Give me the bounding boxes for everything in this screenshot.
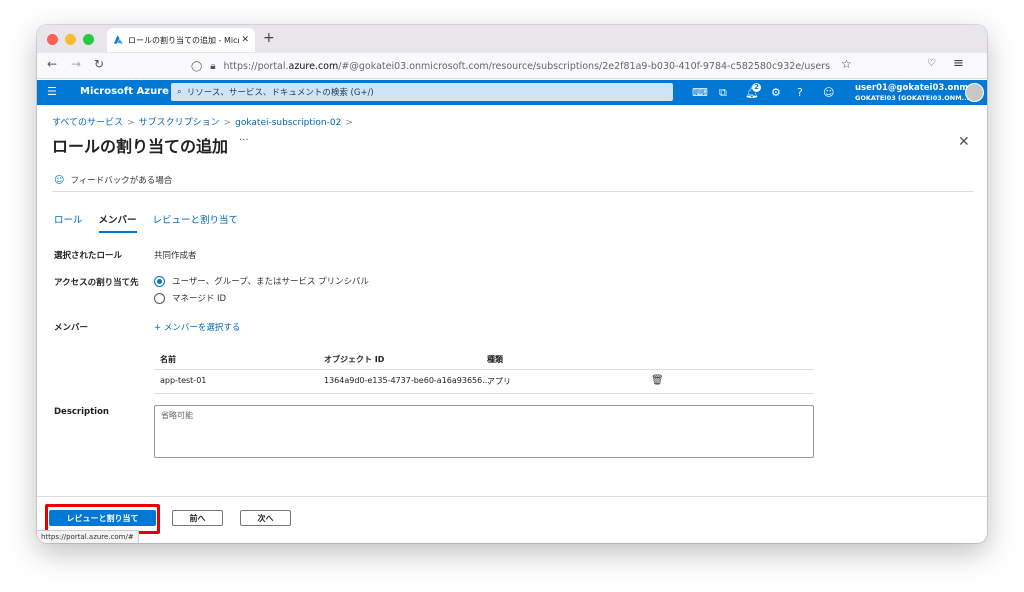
notification-badge: 2 <box>752 83 761 92</box>
tab-bar: ロールの割り当ての追加 - Micros ✕ + <box>37 25 987 53</box>
tab-role[interactable]: ロール <box>54 212 83 233</box>
cell-name: app-test-01 <box>160 376 207 385</box>
new-tab-button[interactable]: + <box>263 30 275 46</box>
close-window-button[interactable] <box>47 33 58 45</box>
breadcrumb-all-services[interactable]: すべてのサービス <box>52 118 123 128</box>
bookmark-star-icon[interactable]: ☆ <box>841 57 852 71</box>
url-bar: ← → ↻ ◯ 🔒︎ https://portal. azure.com/#@go… <box>37 53 987 79</box>
cloud-shell-icon[interactable]: ⌨ <box>692 86 708 99</box>
user-tenant: GOKATEI03 (GOKATEI03.ONM... <box>855 94 970 102</box>
cell-type: アプリ <box>487 377 511 386</box>
radio-option-label: マネージド ID <box>172 294 227 304</box>
address-field[interactable]: ◯ 🔒︎ https://portal. azure.com/#@gokatei0… <box>191 56 871 76</box>
selected-role-label: 選択されたロール <box>54 251 123 261</box>
radio-option-label: ユーザー、グループ、またはサービス プリンシパル <box>172 277 369 287</box>
browser-tab[interactable]: ロールの割り当ての追加 - Micros ✕ <box>107 28 255 52</box>
next-button[interactable]: 次へ <box>240 510 291 526</box>
window-controls <box>47 33 94 45</box>
close-blade-icon[interactable]: ✕ <box>958 134 970 150</box>
cell-object-id: 1364a9d0-e135-4737-be60-a16a93656... <box>324 376 490 385</box>
url-path: /#@gokatei03.onmicrosoft.com/resource/su… <box>338 60 831 72</box>
tab-review[interactable]: レビューと割り当て <box>153 212 239 233</box>
status-bar-url: https://portal.azure.com/# <box>37 530 139 543</box>
trash-icon[interactable]: 🗑︎ <box>651 375 664 386</box>
avatar[interactable] <box>965 83 984 102</box>
feedback-icon[interactable]: ☺ <box>823 86 834 99</box>
hamburger-menu-icon[interactable]: ≡ <box>953 56 964 71</box>
forward-arrow-icon[interactable]: → <box>71 57 81 71</box>
back-arrow-icon[interactable]: ← <box>47 57 57 71</box>
azure-logo-icon <box>113 35 124 44</box>
brand-title[interactable]: Microsoft Azure <box>80 86 169 97</box>
feedback-person-icon: ☺ <box>54 174 65 186</box>
members-table: 名前 オブジェクト ID 種類 app-test-01 1364a9d0-e13… <box>154 348 814 394</box>
column-header-name: 名前 <box>160 355 176 364</box>
members-label: メンバー <box>54 323 89 333</box>
description-label: Description <box>54 407 109 417</box>
description-placeholder: 省略可能 <box>161 411 193 420</box>
reload-icon[interactable]: ↻ <box>94 57 104 71</box>
select-members-link[interactable]: + メンバーを選択する <box>154 321 240 333</box>
breadcrumb-separator: > <box>223 118 232 128</box>
more-options-button[interactable]: ··· <box>239 135 249 146</box>
description-textarea[interactable]: 省略可能 <box>154 405 814 458</box>
footer-divider <box>37 496 987 497</box>
column-header-object-id: オブジェクト ID <box>324 355 385 364</box>
close-tab-icon[interactable]: ✕ <box>241 35 249 45</box>
table-header: 名前 オブジェクト ID 種類 <box>154 348 814 370</box>
tab-members[interactable]: メンバー <box>98 212 137 233</box>
breadcrumb-separator: > <box>345 118 353 128</box>
divider <box>52 191 973 192</box>
minimize-window-button[interactable] <box>65 33 76 45</box>
lock-icon: 🔒︎ <box>210 60 216 72</box>
breadcrumb: すべてのサービス > サブスクリプション > gokatei-subscription-… <box>52 115 357 128</box>
help-icon[interactable]: ? <box>797 86 803 99</box>
breadcrumb-separator: > <box>127 118 135 128</box>
global-search-input[interactable]: ⌕ リソース、サービス、ドキュメントの検索 (G+/) <box>171 83 673 101</box>
search-icon: ⌕ <box>177 87 182 97</box>
radio-user-group-sp[interactable]: ユーザー、グループ、またはサービス プリンシパル <box>154 275 369 287</box>
radio-empty-icon <box>154 292 165 304</box>
radio-selected-icon <box>154 275 165 287</box>
radio-managed-identity[interactable]: マネージド ID <box>154 292 226 304</box>
shield-icon: ◯ <box>191 60 203 72</box>
previous-button[interactable]: 前へ <box>172 510 223 526</box>
user-email: user01@gokatei03.onm... <box>855 83 978 93</box>
feedback-link[interactable]: ☺ フィードバックがある場合 <box>54 174 173 187</box>
selected-role-value: 共同作成者 <box>154 251 197 261</box>
breadcrumb-subscription-name[interactable]: gokatei-subscription-02 <box>235 118 341 128</box>
azure-header: ☰ Microsoft Azure ⌕ リソース、サービス、ドキュメントの検索 … <box>37 80 987 105</box>
column-header-type: 種類 <box>487 355 503 364</box>
account-info[interactable]: user01@gokatei03.onm... GOKATEI03 (GOKAT… <box>855 83 978 103</box>
search-placeholder: リソース、サービス、ドキュメントの検索 (G+/) <box>186 88 374 98</box>
table-row: app-test-01 1364a9d0-e135-4737-be60-a16a… <box>154 370 814 394</box>
url-host: azure.com <box>288 60 339 72</box>
maximize-window-button[interactable] <box>83 33 94 45</box>
breadcrumb-subscriptions[interactable]: サブスクリプション <box>139 118 220 128</box>
url-prefix: https://portal. <box>223 60 289 72</box>
browser-window: ロールの割り当ての追加 - Micros ✕ + ← → ↻ ◯ 🔒︎ http… <box>37 25 987 543</box>
tab-title: ロールの割り当ての追加 - Micros <box>128 35 240 45</box>
wizard-tabs: ロール メンバー レビューと割り当て <box>54 212 238 233</box>
assign-access-label: アクセスの割り当て先 <box>54 278 139 288</box>
pocket-icon[interactable]: ♡ <box>927 58 936 69</box>
directory-filter-icon[interactable]: ⧉ <box>719 86 727 100</box>
feedback-label: フィードバックがある場合 <box>70 176 173 186</box>
portal-menu-icon[interactable]: ☰ <box>47 85 57 98</box>
page-title: ロールの割り当ての追加 <box>52 137 229 156</box>
settings-gear-icon[interactable]: ⚙ <box>771 86 781 99</box>
